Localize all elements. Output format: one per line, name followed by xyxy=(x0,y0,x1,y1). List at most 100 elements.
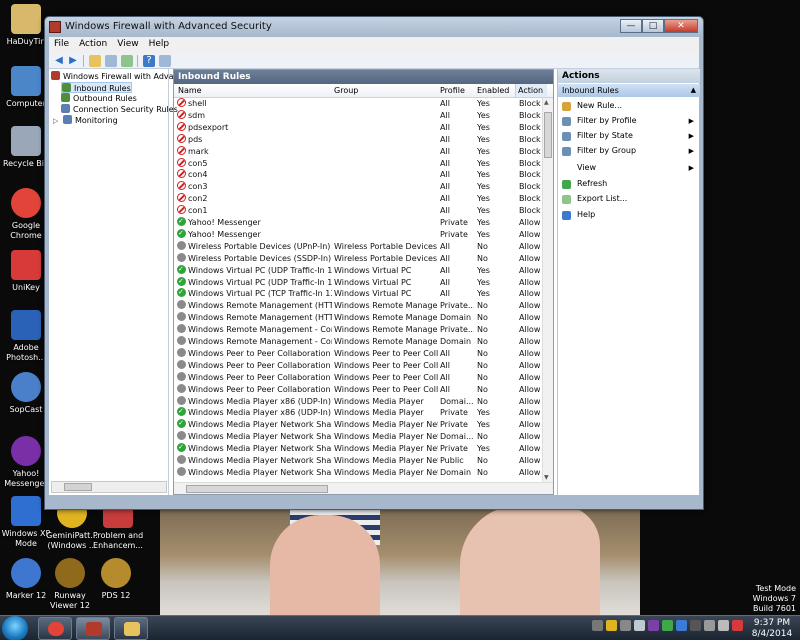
tree-root[interactable]: Windows Firewall with Advanced xyxy=(51,71,193,82)
allow-rule-icon xyxy=(177,419,186,429)
tray-icon[interactable] xyxy=(648,620,659,631)
action-refresh[interactable]: Refresh xyxy=(562,177,698,191)
show-action-pane-icon[interactable] xyxy=(159,55,171,67)
table-row[interactable]: con1 All Yes Block xyxy=(174,205,542,217)
table-row[interactable]: con5 All Yes Block xyxy=(174,157,542,170)
rule-enabled: Yes xyxy=(477,420,490,430)
export-list-icon[interactable] xyxy=(121,55,133,67)
table-row[interactable]: Windows Peer to Peer Collaboration Fou..… xyxy=(174,383,542,396)
table-row[interactable]: Windows Media Player Network Sharing ...… xyxy=(174,419,542,431)
dropbox-icon[interactable] xyxy=(676,620,687,631)
table-row[interactable]: Windows Media Player Network Sharing ...… xyxy=(174,466,542,479)
tray-icon[interactable] xyxy=(620,620,631,631)
table-row[interactable]: Windows Peer to Peer Collaboration Fou..… xyxy=(174,359,542,372)
table-row[interactable]: Windows Remote Management (HTTP-In)Windo… xyxy=(174,312,542,324)
minimize-button[interactable]: — xyxy=(620,19,642,33)
title-bar[interactable]: Windows Firewall with Advanced Security … xyxy=(45,17,703,37)
table-row[interactable]: pds All Yes Block xyxy=(174,133,542,146)
action-new-rule[interactable]: New Rule... xyxy=(562,99,698,113)
show-hide-tree-icon[interactable] xyxy=(105,55,117,67)
table-row[interactable]: Windows Media Player Network Sharing ...… xyxy=(174,455,542,467)
table-row[interactable]: Windows Remote Management - Compa...Wind… xyxy=(174,336,542,348)
table-row[interactable]: shell All Yes Block xyxy=(174,98,542,110)
table-row[interactable]: Windows Virtual PC (UDP Traffic-In 137)W… xyxy=(174,276,542,289)
table-row[interactable]: Windows Remote Management (HTTP-In)Windo… xyxy=(174,300,542,312)
desktop-icon-pds[interactable]: PDS 12 xyxy=(90,558,142,601)
taskbar-explorer[interactable] xyxy=(114,617,148,640)
action-export-list[interactable]: Export List... xyxy=(562,192,698,206)
close-button[interactable]: ✕ xyxy=(664,19,698,33)
column-header-name[interactable]: Name xyxy=(178,86,202,95)
volume-icon[interactable] xyxy=(718,620,729,631)
taskbar-chrome[interactable] xyxy=(38,617,72,640)
tray-icon[interactable] xyxy=(592,620,603,631)
table-row[interactable]: Windows Media Player Network Sharing ...… xyxy=(174,431,542,443)
menu-action[interactable]: Action xyxy=(74,37,112,53)
tray-icon[interactable] xyxy=(690,620,701,631)
up-folder-icon[interactable] xyxy=(89,55,101,67)
tree-item-monitoring[interactable]: ▷ Monitoring xyxy=(53,115,118,126)
table-row[interactable]: Yahoo! Messenger Private Yes Allow xyxy=(174,217,542,229)
menu-file[interactable]: File xyxy=(49,37,74,53)
tray-icon[interactable] xyxy=(606,620,617,631)
yahoo-messenger-icon xyxy=(11,436,41,466)
table-row[interactable]: Windows Media Player Network Sharing ...… xyxy=(174,443,542,455)
table-row[interactable]: con3 All Yes Block xyxy=(174,181,542,193)
table-row[interactable]: Yahoo! Messenger Private Yes Allow xyxy=(174,228,542,241)
maximize-button[interactable]: □ xyxy=(642,19,664,33)
actions-section-inbound-rules[interactable]: Inbound Rules ▲ xyxy=(558,84,700,97)
action-view[interactable]: View ▶ xyxy=(562,161,698,175)
back-arrow-icon[interactable]: ◀ xyxy=(53,55,65,67)
table-row[interactable]: Windows Media Player x86 (UDP-In)Windows… xyxy=(174,407,542,419)
sopcast-icon xyxy=(11,372,41,402)
scroll-thumb[interactable] xyxy=(186,485,328,493)
action-label: Filter by Group xyxy=(577,146,637,155)
table-row[interactable]: Windows Virtual PC (TCP Traffic-In 139)W… xyxy=(174,288,542,300)
menu-help[interactable]: Help xyxy=(144,37,175,53)
help-icon[interactable]: ? xyxy=(143,55,155,67)
column-header-action[interactable]: Action xyxy=(515,84,547,97)
rules-vertical-scrollbar[interactable]: ▲ ▼ xyxy=(542,98,553,482)
tree-horizontal-scrollbar[interactable] xyxy=(51,481,167,493)
action-filter-by-profile[interactable]: Filter by Profile ▶ xyxy=(562,114,698,128)
clock[interactable]: 9:37 PM 8/4/2014 xyxy=(750,618,794,640)
column-header-group[interactable]: Group xyxy=(334,86,358,95)
table-row[interactable]: sdm All Yes Block xyxy=(174,109,542,122)
scroll-thumb[interactable] xyxy=(64,483,92,491)
scroll-thumb[interactable] xyxy=(544,112,552,158)
table-row[interactable]: Windows Peer to Peer Collaboration Fou..… xyxy=(174,347,542,360)
desktop-icon-runway-viewer[interactable]: Runway Viewer 12 xyxy=(44,558,96,611)
tree-item-inbound-rules[interactable]: Inbound Rules xyxy=(61,82,132,93)
menu-view[interactable]: View xyxy=(112,37,143,53)
rule-name: Windows Media Player Network Sharing ... xyxy=(188,444,332,454)
rules-horizontal-scrollbar[interactable] xyxy=(174,482,553,494)
table-row[interactable]: con4 All Yes Block xyxy=(174,169,542,181)
expand-arrow-icon[interactable]: ▷ xyxy=(53,117,58,125)
network-icon[interactable] xyxy=(704,620,715,631)
antivirus-icon[interactable] xyxy=(732,620,743,631)
flag-icon[interactable] xyxy=(634,620,645,631)
table-row[interactable]: Wireless Portable Devices (SSDP-In) Wirel… xyxy=(174,252,542,265)
table-row[interactable]: con2 All Yes Block xyxy=(174,193,542,205)
table-row[interactable]: Windows Media Player x86 (UDP-In)Windows… xyxy=(174,395,542,408)
scroll-down-arrow-icon[interactable]: ▼ xyxy=(544,474,549,481)
tree-item-outbound-rules[interactable]: Outbound Rules xyxy=(61,93,137,104)
table-row[interactable]: Windows Virtual PC (UDP Traffic-In 138)W… xyxy=(174,264,542,277)
table-row[interactable]: pdsexport All Yes Block xyxy=(174,121,542,134)
taskbar-firewall[interactable] xyxy=(76,617,110,640)
tray-icon[interactable] xyxy=(662,620,673,631)
table-row[interactable]: mark All Yes Block xyxy=(174,145,542,158)
scroll-up-arrow-icon[interactable]: ▲ xyxy=(544,99,549,106)
column-header-profile[interactable]: Profile xyxy=(440,86,465,95)
collapse-arrow-icon[interactable]: ▲ xyxy=(691,84,696,97)
action-help[interactable]: Help xyxy=(562,208,698,222)
table-row[interactable]: Windows Remote Management - Compa...Wind… xyxy=(174,324,542,336)
action-filter-by-group[interactable]: Filter by Group ▶ xyxy=(562,144,698,158)
forward-arrow-icon[interactable]: ▶ xyxy=(67,55,79,67)
tree-item-connection-security-rules[interactable]: Connection Security Rules xyxy=(61,104,178,115)
table-row[interactable]: Windows Peer to Peer Collaboration Fou..… xyxy=(174,371,542,384)
action-filter-by-state[interactable]: Filter by State ▶ xyxy=(562,129,698,143)
start-button[interactable] xyxy=(2,616,28,640)
table-row[interactable]: Wireless Portable Devices (UPnP-In) Wirel… xyxy=(174,240,542,253)
column-header-enabled[interactable]: Enabled xyxy=(477,86,509,95)
